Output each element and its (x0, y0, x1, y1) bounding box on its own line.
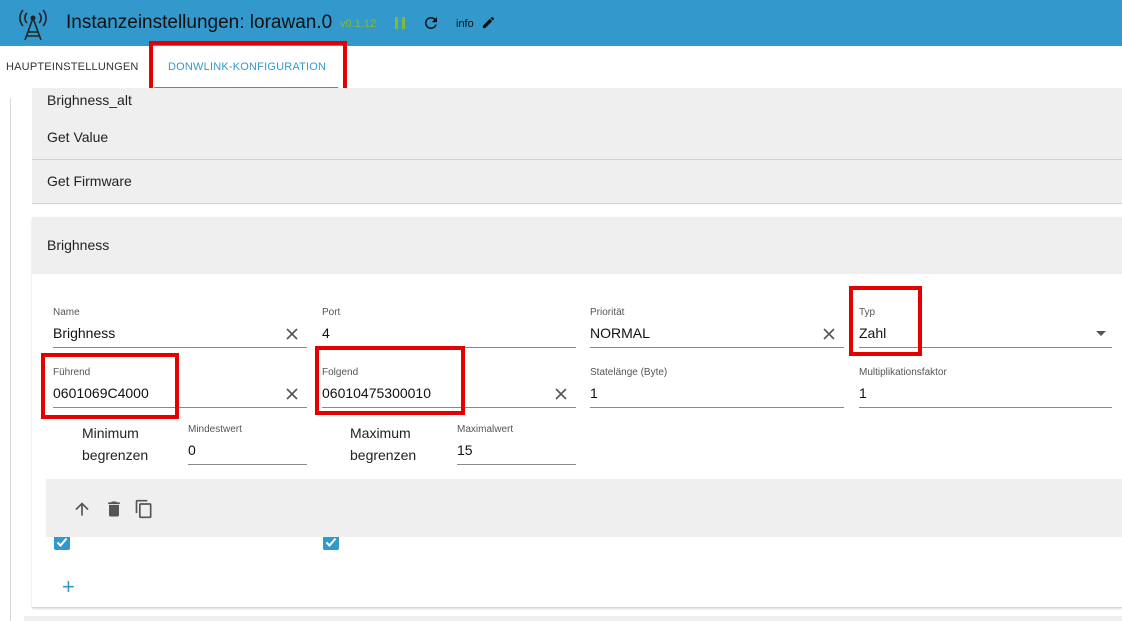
following-value: 06010475300010 (322, 385, 432, 401)
name-value: Brighness (53, 325, 116, 341)
add-area: + (32, 550, 1122, 608)
clear-icon[interactable] (285, 387, 299, 401)
clear-icon[interactable] (554, 387, 568, 401)
reload-icon[interactable] (422, 14, 440, 32)
bottom-strip (24, 616, 1122, 621)
state-length-field[interactable]: Statelänge (Byte) 1 (590, 367, 844, 408)
panel-header[interactable]: Brighness (32, 217, 1122, 274)
lorawan-logo (19, 9, 47, 41)
version-label: v0.1.12 (340, 18, 377, 30)
tab-haupteinstellungen[interactable]: HAUPTEINSTELLUNGEN (6, 61, 139, 73)
panel-title: Brighness (47, 237, 110, 253)
state-length-label: Statelänge (Byte) (590, 367, 668, 378)
port-label: Port (322, 307, 341, 318)
type-value: Zahl (859, 325, 887, 341)
downlink-list: Brighness_alt Get Value Get Firmware Bri… (32, 88, 1122, 621)
port-field[interactable]: Port 4 (322, 307, 576, 348)
clear-icon[interactable] (285, 327, 299, 341)
clear-icon[interactable] (822, 327, 836, 341)
multiplier-field[interactable]: Multiplikationsfaktor 1 (859, 367, 1112, 408)
arrow-up-icon[interactable] (72, 499, 92, 519)
leading-label: Führend (53, 367, 91, 378)
accordion-item-label: Brighness_alt (47, 92, 132, 108)
pause-icon[interactable] (394, 16, 406, 30)
accordion-item-label: Get Value (47, 129, 109, 145)
accordion-item-brighness-alt[interactable]: Brighness_alt (32, 88, 1122, 117)
copy-icon[interactable] (134, 499, 154, 519)
name-label: Name (53, 307, 80, 318)
add-downlink-button[interactable]: + (62, 576, 75, 598)
limit-max-label: Maximum begrenzen (350, 425, 417, 463)
following-label: Folgend (322, 367, 359, 378)
max-value-value: 15 (457, 442, 473, 458)
type-label: Typ (859, 307, 876, 318)
name-field[interactable]: Name Brighness (53, 307, 307, 348)
app-header: Instanzeinstellungen: lorawan.0 v0.1.12 … (0, 0, 1122, 46)
info-link[interactable]: info (456, 18, 474, 30)
following-field[interactable]: Folgend 06010475300010 (322, 367, 576, 408)
max-value-label: Maximalwert (457, 424, 514, 435)
priority-field[interactable]: Priorität NORMAL (590, 307, 844, 348)
priority-value: NORMAL (590, 325, 650, 341)
dropdown-arrow-icon[interactable] (1096, 331, 1106, 336)
left-divider (10, 98, 11, 621)
leading-field[interactable]: Führend 0601069C4000 (53, 367, 307, 408)
accordion-item-label: Get Firmware (47, 173, 132, 189)
leading-value: 0601069C4000 (53, 385, 149, 401)
state-length-value: 1 (590, 385, 598, 401)
limit-min-label: Minimum begrenzen (82, 425, 149, 463)
multiplier-value: 1 (859, 385, 867, 401)
tab-downlink-konfiguration[interactable]: DONWLINK-KONFIGURATION (168, 61, 326, 73)
multiplier-label: Multiplikationsfaktor (859, 367, 947, 378)
edit-pencil-icon[interactable] (481, 15, 496, 30)
accordion-item-get-value[interactable]: Get Value (32, 116, 1122, 160)
trash-icon[interactable] (104, 499, 124, 519)
max-value-field[interactable]: Maximalwert 15 (457, 424, 576, 465)
min-value-value: 0 (188, 442, 196, 458)
priority-label: Priorität (590, 307, 625, 318)
panel-toolbar (46, 479, 1122, 537)
port-value: 4 (322, 325, 330, 341)
min-value-field[interactable]: Mindestwert 0 (188, 424, 307, 465)
accordion-item-get-firmware[interactable]: Get Firmware (32, 160, 1122, 204)
min-value-label: Mindestwert (188, 424, 242, 435)
tab-bar: HAUPTEINSTELLUNGEN DONWLINK-KONFIGURATIO… (0, 46, 1122, 92)
type-select[interactable]: Typ Zahl (859, 307, 1112, 348)
page-title: Instanzeinstellungen: lorawan.0 (66, 12, 333, 33)
